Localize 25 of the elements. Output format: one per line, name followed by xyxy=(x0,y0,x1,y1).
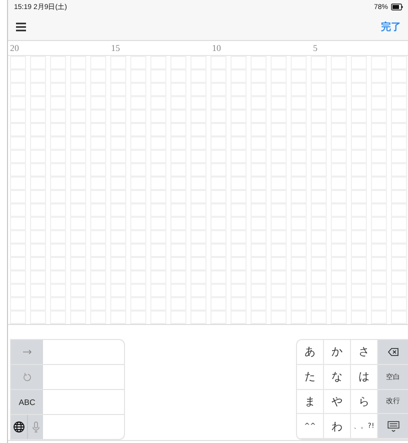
microphone-icon xyxy=(30,421,42,433)
undo-icon xyxy=(21,371,33,383)
menu-icon[interactable] xyxy=(15,22,27,32)
backspace-icon xyxy=(386,346,400,358)
column-number: 20 xyxy=(10,43,20,53)
keyboard-icon xyxy=(386,420,400,433)
kana-key[interactable]: あ xyxy=(297,340,324,365)
kana-key[interactable]: は xyxy=(351,364,378,390)
battery-icon xyxy=(391,1,403,13)
kana-key[interactable]: わ xyxy=(324,414,351,439)
kana-key[interactable]: や xyxy=(324,390,351,414)
column-number: 15 xyxy=(111,43,121,53)
kana-key[interactable]: な xyxy=(324,364,351,390)
hide-keyboard-key[interactable] xyxy=(378,414,408,439)
kana-key[interactable]: か xyxy=(324,340,351,365)
abc-key[interactable]: ABC xyxy=(11,390,43,414)
column-number: 5 xyxy=(313,43,318,53)
column-number: 10 xyxy=(212,43,222,53)
kana-key[interactable]: ら xyxy=(351,390,378,414)
kana-key[interactable]: さ xyxy=(351,340,378,365)
globe-key[interactable] xyxy=(11,415,27,439)
kana-key[interactable]: た xyxy=(297,364,324,390)
globe-icon xyxy=(13,421,25,433)
kana-key[interactable]: ま xyxy=(297,390,324,414)
delete-key[interactable] xyxy=(378,340,408,365)
